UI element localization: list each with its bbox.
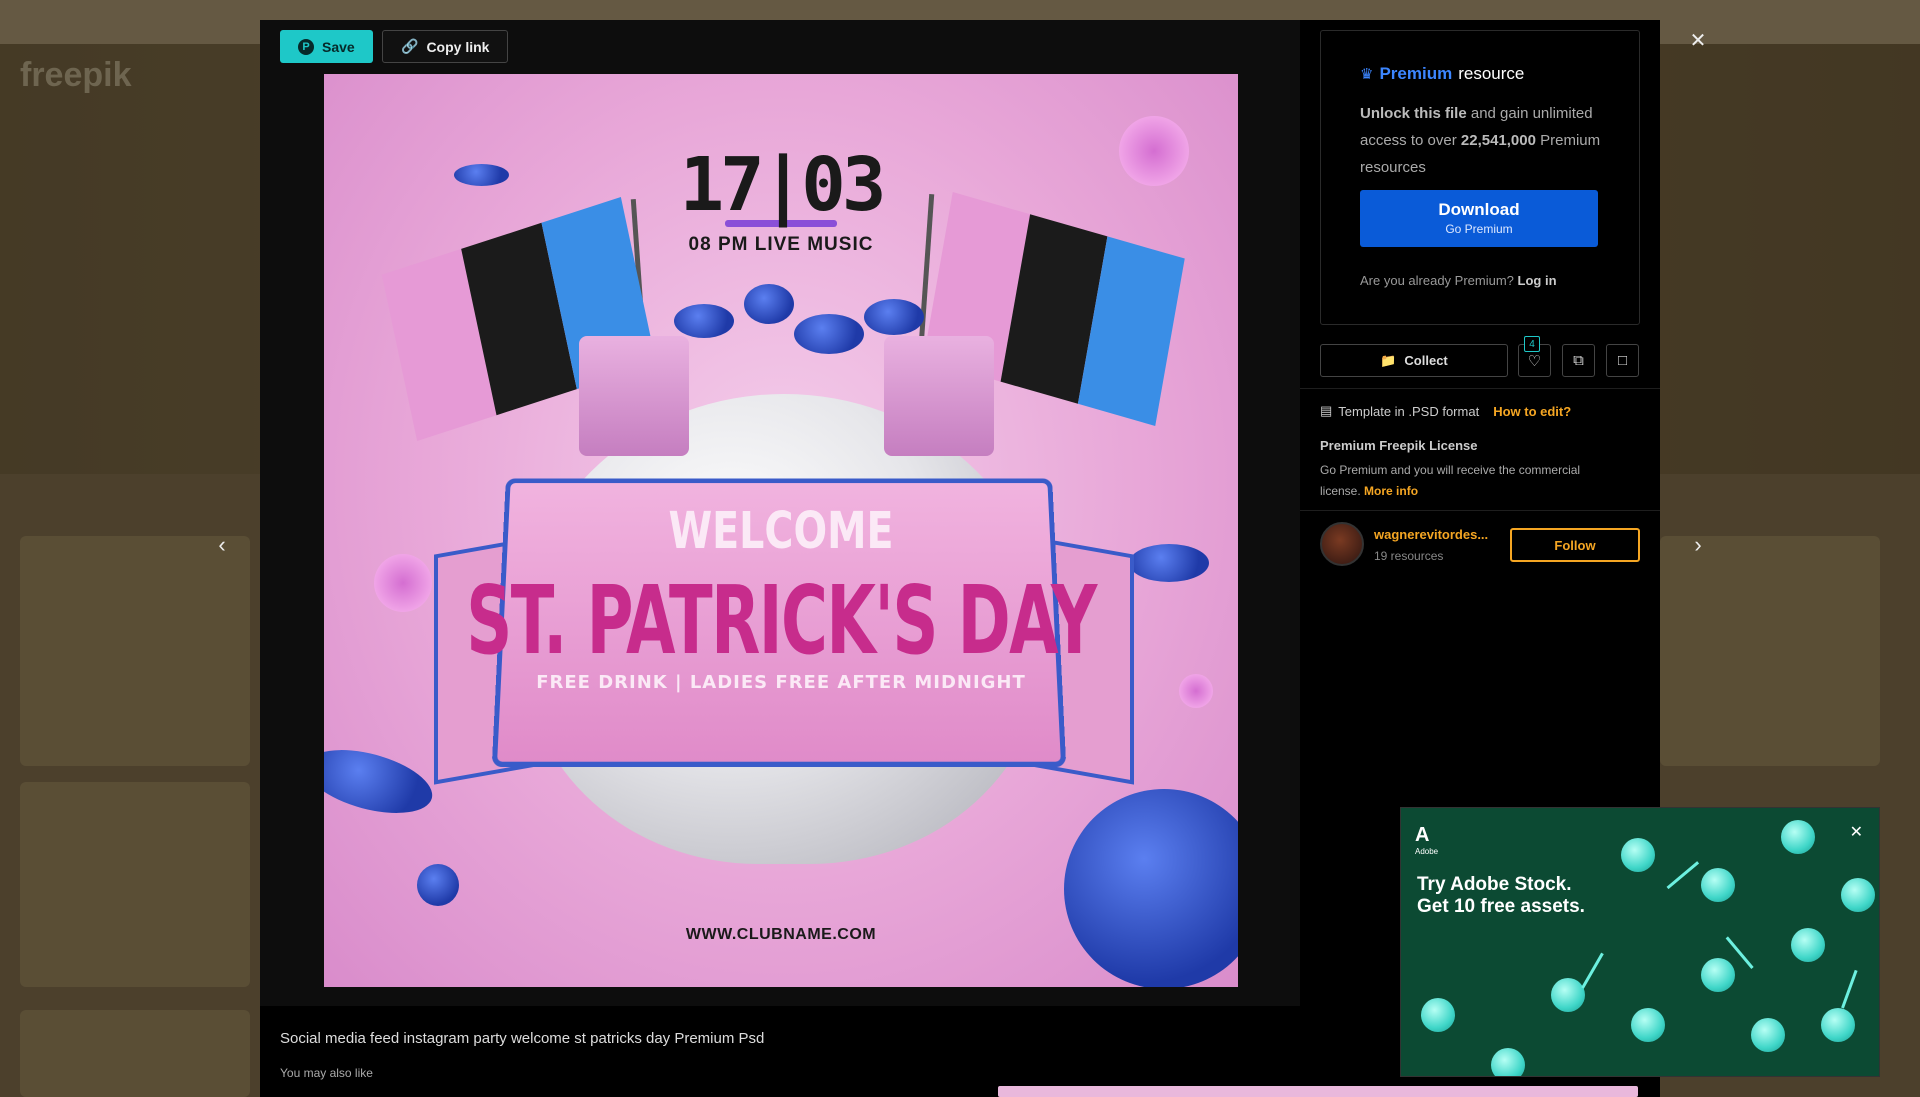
pinterest-save-button[interactable]: P Save — [280, 30, 373, 63]
adobe-logo-icon: A Adobe — [1415, 824, 1439, 852]
already-premium: Are you already Premium? Log in — [1360, 273, 1557, 288]
share-icon: ⧉ — [1573, 352, 1584, 369]
file-icon: ▤ — [1320, 403, 1332, 419]
cherry — [1781, 820, 1815, 854]
author-name[interactable]: wagnerevitordes... — [1374, 527, 1488, 542]
comment-icon: □ — [1618, 352, 1627, 369]
ad-brand: Adobe — [1415, 847, 1439, 856]
adobe-ad[interactable]: A Adobe Try Adobe Stock. Get 10 free asse… — [1400, 807, 1880, 1077]
ad-headline: Try Adobe Stock. Get 10 free assets. — [1417, 874, 1585, 918]
like-count-badge: 4 — [1524, 336, 1540, 352]
template-info: ▤ Template in .PSD format How to edit? — [1320, 403, 1571, 419]
may-also-like-heading: You may also like — [280, 1066, 373, 1080]
coin — [417, 864, 459, 906]
clover — [374, 554, 432, 612]
cherry — [1701, 868, 1735, 902]
poster-date: 17|03 — [324, 142, 1238, 228]
how-to-edit-link[interactable]: How to edit? — [1493, 404, 1571, 419]
crown-icon: ♛ — [1360, 65, 1373, 83]
download-button[interactable]: Download Go Premium — [1360, 190, 1598, 247]
divider — [1300, 388, 1660, 389]
pinterest-icon: P — [298, 39, 314, 55]
already-text: Are you already Premium? — [1360, 273, 1514, 288]
more-info-link[interactable]: More info — [1364, 484, 1418, 498]
cherry — [1751, 1018, 1785, 1052]
premium-title: ♛ Premium resource — [1360, 64, 1524, 84]
large-coin — [1064, 789, 1238, 987]
download-label: Download — [1360, 200, 1598, 220]
folder-plus-icon: 📁 — [1380, 353, 1396, 369]
cherry — [1791, 928, 1825, 962]
link-icon: 🔗 — [401, 38, 418, 55]
cherry — [1621, 838, 1655, 872]
cherry — [1631, 1008, 1665, 1042]
login-link[interactable]: Log in — [1518, 273, 1557, 288]
resource-caption: Social media feed instagram party welcom… — [280, 1030, 764, 1047]
template-text: Template in .PSD format — [1338, 404, 1479, 419]
avatar[interactable] — [1320, 522, 1364, 566]
poster-url: WWW.CLUBNAME.COM — [324, 926, 1238, 944]
cherry — [1551, 978, 1585, 1012]
coin — [324, 738, 439, 825]
resource-count: 22,541,000 — [1461, 132, 1536, 149]
cherry — [1701, 958, 1735, 992]
preview-image[interactable]: 17|03 08 PM LIVE MUSIC WELCOME ST. PATRI… — [324, 74, 1238, 987]
leprechaun-hat — [884, 336, 994, 456]
author-resources: 19 resources — [1374, 549, 1443, 563]
unlock-text: Unlock this file and gain unlimited acce… — [1360, 100, 1620, 181]
poster-welcome: WELCOME — [324, 502, 1238, 561]
close-icon[interactable]: ✕ — [1686, 28, 1710, 52]
poster-subtitle: FREE DRINK | LADIES FREE AFTER MIDNIGHT — [324, 672, 1238, 693]
copy-label: Copy link — [426, 39, 489, 55]
save-label: Save — [322, 39, 355, 55]
license-text: Go Premium and you will receive the comm… — [1320, 460, 1620, 502]
copy-link-button[interactable]: 🔗 Copy link — [382, 30, 508, 63]
next-arrow-icon[interactable]: › — [1686, 533, 1710, 557]
coin — [864, 299, 924, 335]
divider — [1300, 510, 1660, 511]
coin — [674, 304, 734, 338]
license-body: Go Premium and you will receive the comm… — [1320, 463, 1580, 498]
coin — [744, 284, 794, 324]
leprechaun-hat — [579, 336, 689, 456]
ad-line-2: Get 10 free assets. — [1417, 896, 1585, 918]
poster-music: 08 PM LIVE MUSIC — [324, 234, 1238, 256]
cherry-stem — [1841, 970, 1857, 1009]
cherry — [1491, 1048, 1525, 1077]
go-premium-label: Go Premium — [1360, 222, 1598, 236]
coin — [794, 314, 864, 354]
preview-panel: P Save 🔗 Copy link 17|03 08 PM LIVE MUSI… — [260, 20, 1300, 1006]
resource-label: resource — [1458, 64, 1524, 84]
license-title: Premium Freepik License — [1320, 438, 1478, 453]
cherry — [1841, 878, 1875, 912]
cherry-stem — [1667, 861, 1700, 889]
ad-close-icon[interactable]: ✕ — [1850, 822, 1863, 842]
follow-button[interactable]: Follow — [1510, 528, 1640, 562]
collect-button[interactable]: 📁 Collect — [1320, 344, 1508, 377]
premium-label: Premium — [1379, 64, 1452, 84]
previous-arrow-icon[interactable]: ‹ — [210, 533, 234, 557]
cherry — [1421, 998, 1455, 1032]
cherry — [1821, 1008, 1855, 1042]
share-button[interactable]: ⧉ — [1562, 344, 1595, 377]
related-thumbnail[interactable] — [998, 1086, 1638, 1097]
cherry-stem — [1581, 953, 1604, 989]
comment-button[interactable]: □ — [1606, 344, 1639, 377]
poster-title: ST. PATRICK'S DAY — [425, 567, 1138, 676]
heart-icon: ♡ — [1528, 352, 1541, 370]
ad-line-1: Try Adobe Stock. — [1417, 874, 1585, 896]
collect-label: Collect — [1404, 353, 1447, 368]
unlock-bold: Unlock this file — [1360, 105, 1467, 122]
